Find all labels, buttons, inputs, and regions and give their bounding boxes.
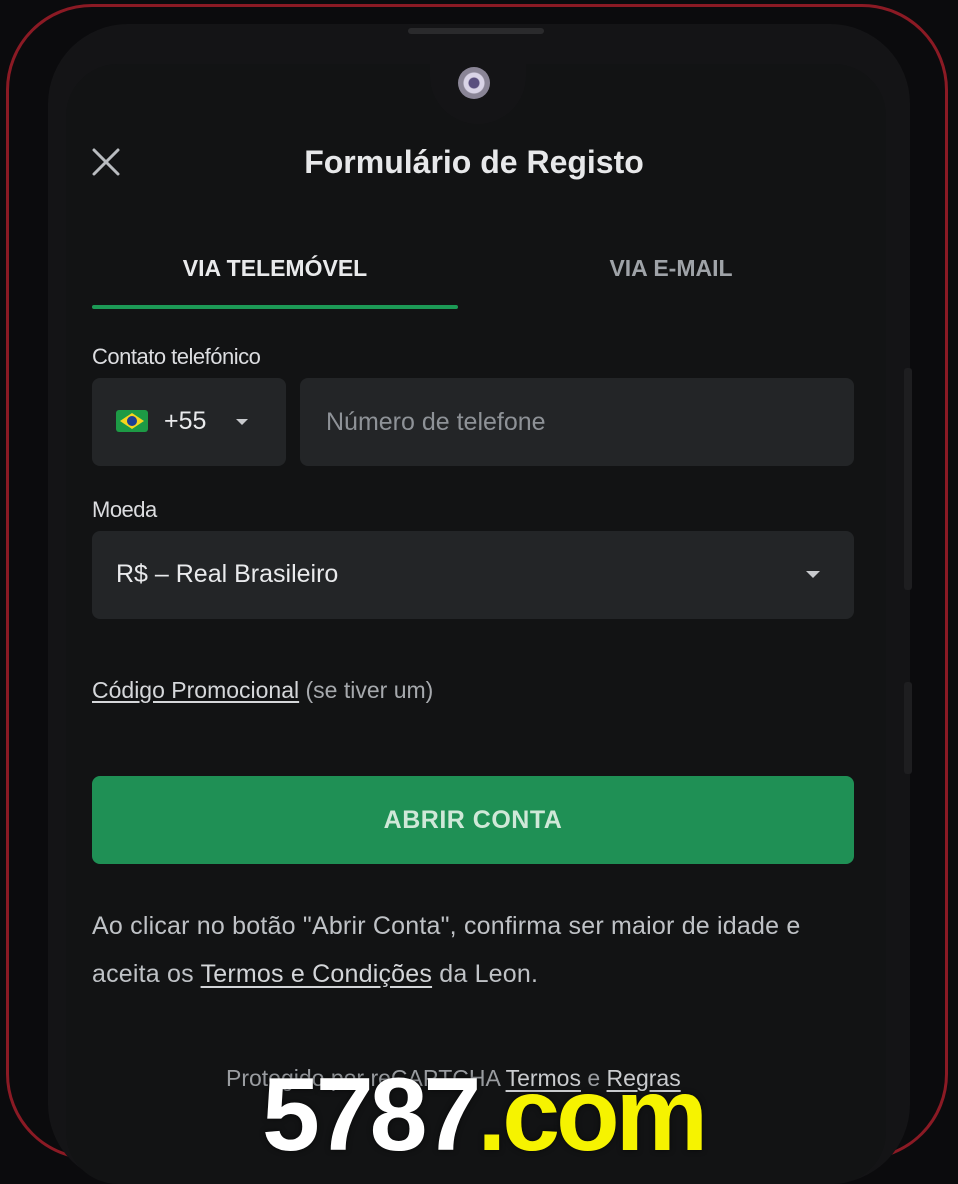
- currency-label: Moeda: [92, 497, 157, 522]
- camera-icon: [458, 67, 490, 99]
- close-icon[interactable]: [88, 144, 124, 180]
- phone-speaker: [408, 28, 544, 34]
- chevron-down-icon: [236, 419, 248, 425]
- chevron-down-icon: [806, 571, 820, 578]
- phone-screen: [66, 64, 886, 1184]
- brazil-flag-icon: [116, 410, 148, 432]
- page-title: Formulário de Registo: [304, 144, 644, 180]
- phone-side-button: [904, 368, 912, 590]
- site-watermark: 5787.com: [262, 1057, 708, 1173]
- phone-number-field: [300, 378, 854, 466]
- phone-number-input[interactable]: [300, 378, 854, 466]
- active-tab-indicator: [92, 305, 458, 309]
- currency-select[interactable]: R$ – Real Brasileiro: [92, 531, 854, 619]
- phone-label: Contato telefónico: [92, 344, 261, 369]
- country-code: +55: [164, 407, 207, 435]
- terms-conditions-link[interactable]: Termos e Condições: [201, 960, 432, 988]
- tab-via-telemovel[interactable]: VIA TELEMÓVEL: [92, 248, 458, 288]
- disclaimer-text-end: da Leon.: [439, 960, 539, 988]
- phone-side-button: [904, 682, 912, 774]
- open-account-button[interactable]: ABRIR CONTA: [92, 776, 854, 864]
- tab-via-email[interactable]: VIA E-MAIL: [488, 248, 854, 288]
- promo-code-hint: (se tiver um): [305, 677, 434, 703]
- watermark-domain: .com: [477, 1057, 708, 1173]
- promo-code-link[interactable]: Código Promocional: [92, 677, 299, 703]
- promo-code-row: Código Promocional (se tiver um): [92, 674, 433, 706]
- currency-selected-value: R$ – Real Brasileiro: [116, 560, 339, 588]
- country-code-select[interactable]: +55: [92, 378, 286, 466]
- watermark-number: 5787: [262, 1057, 481, 1173]
- terms-disclaimer: Ao clicar no botão "Abrir Conta", confir…: [92, 902, 852, 998]
